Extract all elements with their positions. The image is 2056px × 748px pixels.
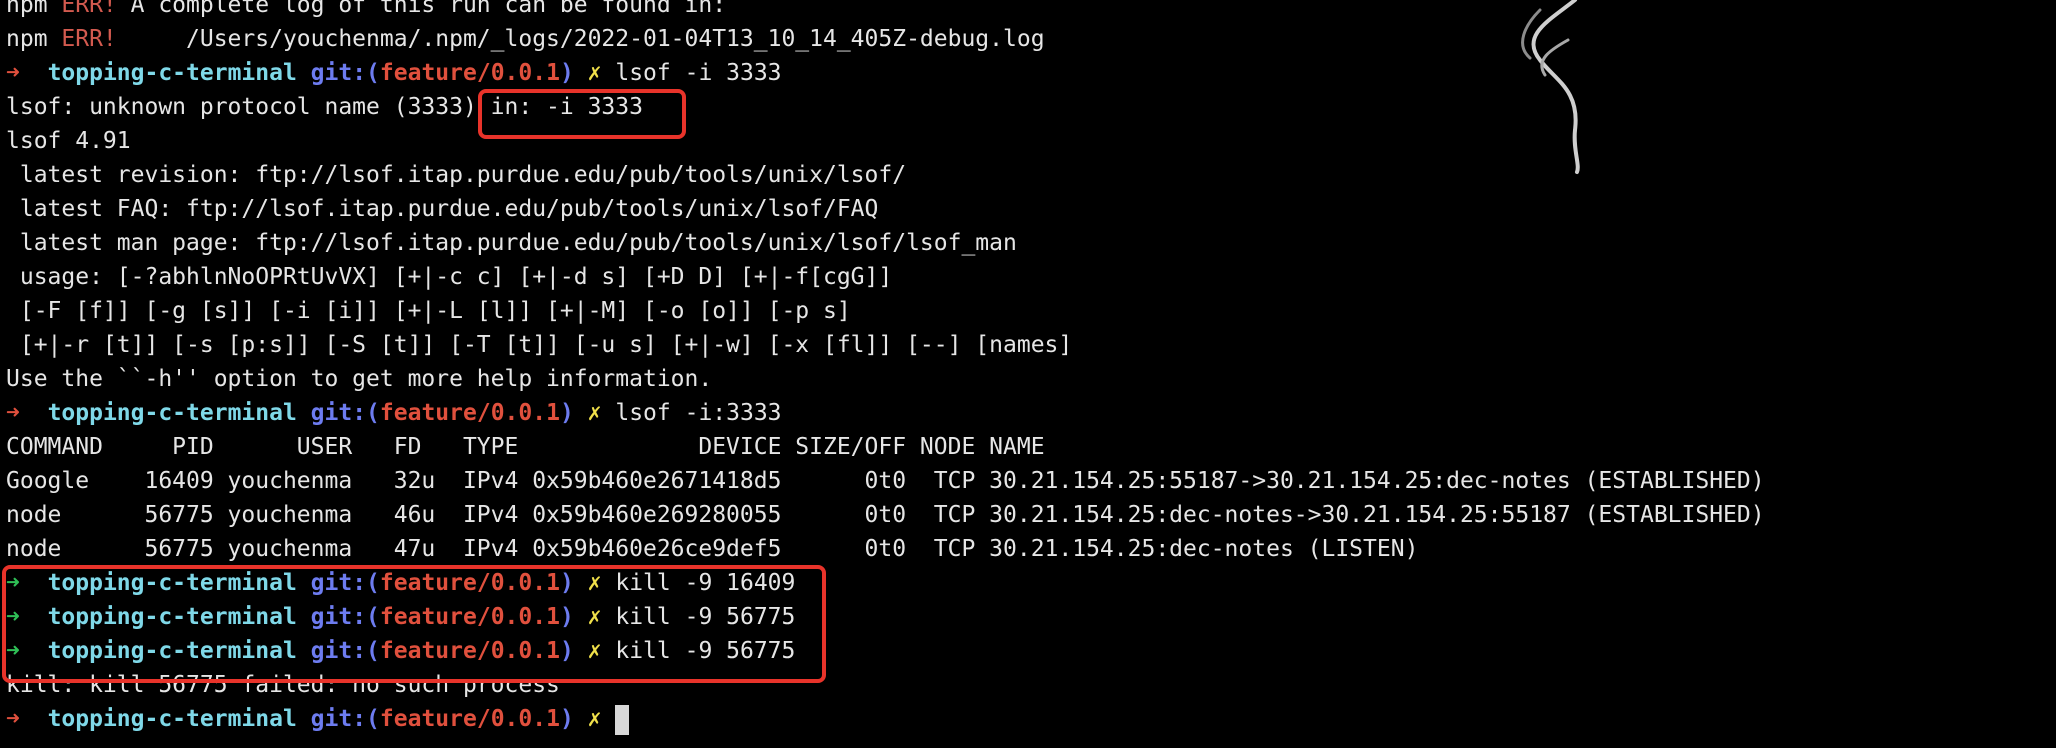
dirty-mark-icon: ✗ [587,570,602,596]
npm-log-path: /Users/youchenma/.npm/_logs/2022-01-04T1… [116,26,1045,52]
output-line: lsof 4.91 [6,128,131,154]
prompt-git-suffix: ) [559,570,574,596]
prompt-git-label: git:( [310,604,380,630]
prompt-line: ➜ topping-c-terminal git:(feature/0.0.1)… [6,600,2046,634]
command-text: kill -9 56775 [601,604,796,630]
prompt-branch: feature/0.0.1 [379,60,560,86]
output-line: usage: [-?abhlnNoOPRtUvVX] [+|-c c] [+|-… [6,264,893,290]
table-row: node 56775 youchenma 47u IPv4 0x59b460e2… [6,536,1419,562]
npm-err-label: ERR! [61,26,117,52]
table-row: Google 16409 youchenma 32u IPv4 0x59b460… [6,468,1765,494]
prompt-line: ➜ topping-c-terminal git:(feature/0.0.1)… [6,634,2046,668]
dirty-mark-icon: ✗ [587,60,602,86]
npm-err-label: ERR! [61,0,117,18]
npm-tag: npm [6,26,62,52]
active-prompt-line[interactable]: ➜ topping-c-terminal git:(feature/0.0.1)… [6,702,2046,736]
prompt-git-label: git:( [310,706,380,732]
command-text: lsof -i 3333 [601,60,782,86]
prompt-branch: feature/0.0.1 [379,400,560,426]
output-line: lsof: unknown protocol name (3333) in: -… [6,94,643,120]
table-row: node 56775 youchenma 46u IPv4 0x59b460e2… [6,502,1765,528]
prompt-directory: topping-c-terminal [47,400,297,426]
output-line: latest man page: ftp://lsof.itap.purdue.… [6,230,1017,256]
prompt-arrow-icon: ➜ [6,638,20,664]
prompt-branch: feature/0.0.1 [379,604,560,630]
npm-error-line: npm ERR! A complete log of this run can … [6,0,2046,22]
prompt-directory: topping-c-terminal [47,604,297,630]
prompt-arrow-icon: ➜ [6,60,20,86]
prompt-arrow-icon: ➜ [6,604,20,630]
prompt-directory: topping-c-terminal [47,60,297,86]
prompt-git-suffix: ) [559,604,574,630]
prompt-line: ➜ topping-c-terminal git:(feature/0.0.1)… [6,396,2046,430]
prompt-directory: topping-c-terminal [47,706,297,732]
prompt-git-suffix: ) [559,60,574,86]
prompt-git-suffix: ) [559,638,574,664]
prompt-git-label: git:( [310,400,380,426]
prompt-line: ➜ topping-c-terminal git:(feature/0.0.1)… [6,566,2046,600]
prompt-arrow-icon: ➜ [6,570,20,596]
dirty-mark-icon: ✗ [587,400,602,426]
dirty-mark-icon: ✗ [587,706,602,732]
prompt-arrow-icon: ➜ [6,706,20,732]
npm-error-line: npm ERR! /Users/youchenma/.npm/_logs/202… [6,22,2046,56]
prompt-git-label: git:( [310,570,380,596]
prompt-git-suffix: ) [559,706,574,732]
output-line: [+|-r [t]] [-s [p:s]] [-S [t]] [-T [t]] … [6,332,1073,358]
prompt-directory: topping-c-terminal [47,638,297,664]
output-line: latest FAQ: ftp://lsof.itap.purdue.edu/p… [6,196,879,222]
prompt-branch: feature/0.0.1 [379,570,560,596]
prompt-line: ➜ topping-c-terminal git:(feature/0.0.1)… [6,56,2046,90]
command-text: kill -9 16409 [601,570,796,596]
prompt-git-label: git:( [310,60,380,86]
text-cursor[interactable] [615,704,630,735]
command-text: kill -9 56775 [601,638,796,664]
prompt-arrow-icon: ➜ [6,400,20,426]
output-line: [-F [f]] [-g [s]] [-i [i]] [+|-L [l]] [+… [6,298,851,324]
prompt-git-label: git:( [310,638,380,664]
prompt-git-suffix: ) [559,400,574,426]
output-line: latest revision: ftp://lsof.itap.purdue.… [6,162,907,188]
output-line: kill: kill 56775 failed: no such process [6,672,560,698]
dirty-mark-icon: ✗ [587,638,602,664]
dirty-mark-icon: ✗ [587,604,602,630]
table-header: COMMAND PID USER FD TYPE DEVICE SIZE/OFF… [6,434,1045,460]
terminal-output[interactable]: npm ERR! A complete log of this run can … [6,0,2046,736]
command-text: lsof -i:3333 [601,400,782,426]
npm-tag: npm [6,0,62,18]
prompt-directory: topping-c-terminal [47,570,297,596]
prompt-branch: feature/0.0.1 [379,706,560,732]
output-line: Use the ``-h'' option to get more help i… [6,366,713,392]
prompt-branch: feature/0.0.1 [379,638,560,664]
npm-err-text: A complete log of this run can be found … [116,0,727,18]
